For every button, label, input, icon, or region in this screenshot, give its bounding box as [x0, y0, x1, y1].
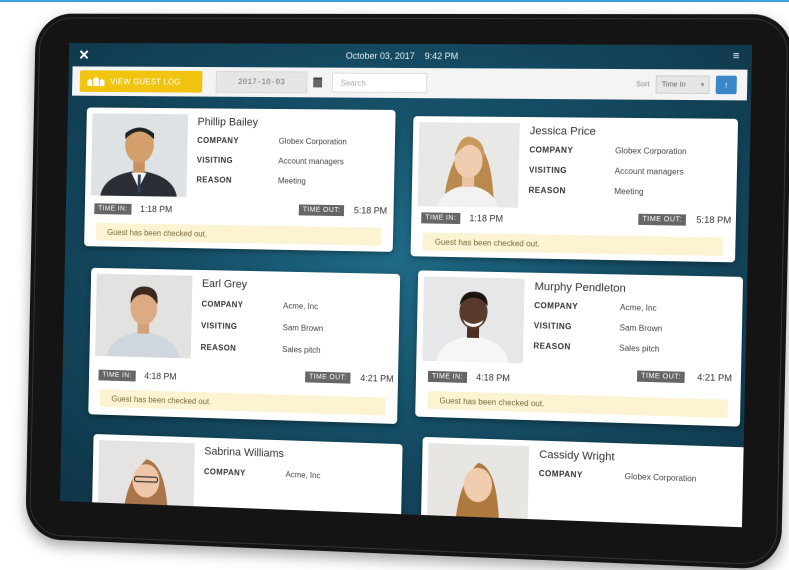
- company-value: Globex Corporation: [614, 146, 687, 157]
- sort-select[interactable]: Time In ▾: [655, 75, 710, 95]
- visiting-label: VISITING: [528, 165, 568, 176]
- search-input[interactable]: Search: [331, 72, 428, 94]
- sort-select-value: Time In: [661, 80, 686, 89]
- reason-value: Meeting: [614, 186, 644, 197]
- status-notice: Guest has been checked out.: [95, 222, 382, 246]
- visiting-label: VISITING: [196, 155, 234, 165]
- time-in-badge: TIME IN:: [94, 203, 132, 215]
- guest-photo: [422, 276, 525, 364]
- guest-name: Jessica Price: [529, 125, 596, 138]
- status-notice: Guest has been checked out.: [99, 389, 386, 416]
- sort-direction-button[interactable]: ↑: [715, 75, 737, 95]
- visiting-value: Sam Brown: [282, 323, 324, 334]
- people-icon: [87, 76, 105, 86]
- company-label: COMPANY: [203, 467, 246, 478]
- time-out-value: 4:21 PM: [360, 372, 394, 384]
- guest-name: Phillip Bailey: [197, 116, 259, 129]
- calendar-icon[interactable]: [313, 77, 323, 88]
- guest-photo: [90, 113, 189, 197]
- reason-value: Meeting: [277, 176, 306, 186]
- company-label: COMPANY: [529, 145, 574, 155]
- company-label: COMPANY: [538, 468, 583, 480]
- date-filter-field[interactable]: 2017-10-03: [215, 71, 308, 94]
- guest-name: Sabrina Williams: [204, 445, 285, 461]
- close-icon[interactable]: ✕: [78, 47, 89, 64]
- guest-name: Murphy Pendleton: [534, 280, 626, 295]
- company-value: Globex Corporation: [278, 136, 347, 147]
- visiting-value: Account managers: [614, 166, 684, 177]
- time-out-badge: TIME OUT:: [298, 204, 345, 217]
- company-label: COMPANY: [201, 299, 244, 310]
- toolbar: VIEW GUEST LOG 2017-10-03 Search Sort Ti…: [71, 66, 748, 101]
- reason-label: REASON: [528, 185, 566, 196]
- time-in-badge: TIME IN:: [421, 212, 461, 225]
- time-out-value: 5:18 PM: [696, 214, 732, 226]
- view-guest-log-button[interactable]: VIEW GUEST LOG: [79, 70, 203, 93]
- time-in-value: 4:18 PM: [144, 370, 177, 382]
- arrow-up-icon: ↑: [723, 79, 729, 91]
- company-value: Acme, Inc: [619, 302, 657, 313]
- guest-card[interactable]: Jessica Price COMPANY Globex Corporation…: [410, 116, 739, 263]
- time-out-badge: TIME OUT:: [305, 371, 351, 384]
- guest-photo: [95, 273, 193, 359]
- time-in-value: 1:18 PM: [139, 204, 173, 215]
- guest-name: Earl Grey: [201, 277, 248, 291]
- view-guest-log-label: VIEW GUEST LOG: [110, 76, 181, 87]
- guest-photo: [426, 443, 530, 528]
- tablet-device: ✕ October 03, 2017 9:42 PM ≡ VIEW GUEST …: [25, 13, 789, 570]
- visiting-value: Account managers: [278, 156, 344, 167]
- time-out-badge: TIME OUT:: [638, 213, 687, 226]
- guest-card[interactable]: Earl Grey COMPANY Acme, Inc VISITING Sam…: [88, 267, 401, 425]
- app-screen: ✕ October 03, 2017 9:42 PM ≡ VIEW GUEST …: [59, 42, 753, 528]
- visiting-label: VISITING: [533, 321, 572, 332]
- status-notice: Guest has been checked out.: [427, 390, 728, 419]
- reason-label: REASON: [196, 175, 232, 185]
- visiting-label: VISITING: [201, 321, 238, 332]
- time-in-value: 1:18 PM: [469, 213, 504, 224]
- menu-icon[interactable]: ≡: [733, 50, 740, 62]
- reason-label: REASON: [200, 342, 237, 353]
- reason-label: REASON: [533, 341, 571, 352]
- top-accent-rule: [0, 0, 789, 2]
- status-notice: Guest has been checked out.: [422, 232, 724, 257]
- time-out-badge: TIME OUT:: [636, 370, 685, 384]
- status-time: 9:42 PM: [424, 51, 459, 62]
- reason-value: Sales pitch: [282, 345, 321, 355]
- time-out-value: 4:21 PM: [697, 372, 733, 384]
- status-date: October 03, 2017: [345, 50, 415, 62]
- reason-value: Sales pitch: [619, 343, 660, 354]
- sort-label: Sort: [636, 80, 650, 89]
- chevron-down-icon: ▾: [700, 81, 705, 89]
- time-out-value: 5:18 PM: [353, 205, 388, 216]
- company-value: Acme, Inc: [283, 301, 319, 312]
- time-in-badge: TIME IN:: [98, 369, 136, 382]
- guest-card[interactable]: Phillip Bailey COMPANY Globex Corporatio…: [84, 107, 396, 252]
- status-bar: ✕ October 03, 2017 9:42 PM ≡: [69, 43, 752, 70]
- guest-name: Cassidy Wright: [539, 448, 615, 464]
- guest-photo: [417, 122, 520, 208]
- guest-card[interactable]: Murphy Pendleton COMPANY Acme, Inc VISIT…: [415, 270, 744, 427]
- sort-controls: Sort Time In ▾ ↑: [636, 75, 737, 95]
- company-value: Acme, Inc: [285, 470, 321, 481]
- guest-card-grid: Phillip Bailey COMPANY Globex Corporatio…: [84, 107, 748, 528]
- time-in-badge: TIME IN:: [427, 370, 467, 383]
- company-label: COMPANY: [534, 301, 579, 312]
- time-in-value: 4:18 PM: [475, 372, 511, 384]
- company-label: COMPANY: [197, 135, 240, 146]
- company-value: Globex Corporation: [624, 471, 697, 484]
- visiting-value: Sam Brown: [619, 323, 663, 334]
- guest-card[interactable]: Cassidy Wright COMPANY Globex Corporatio…: [420, 436, 748, 528]
